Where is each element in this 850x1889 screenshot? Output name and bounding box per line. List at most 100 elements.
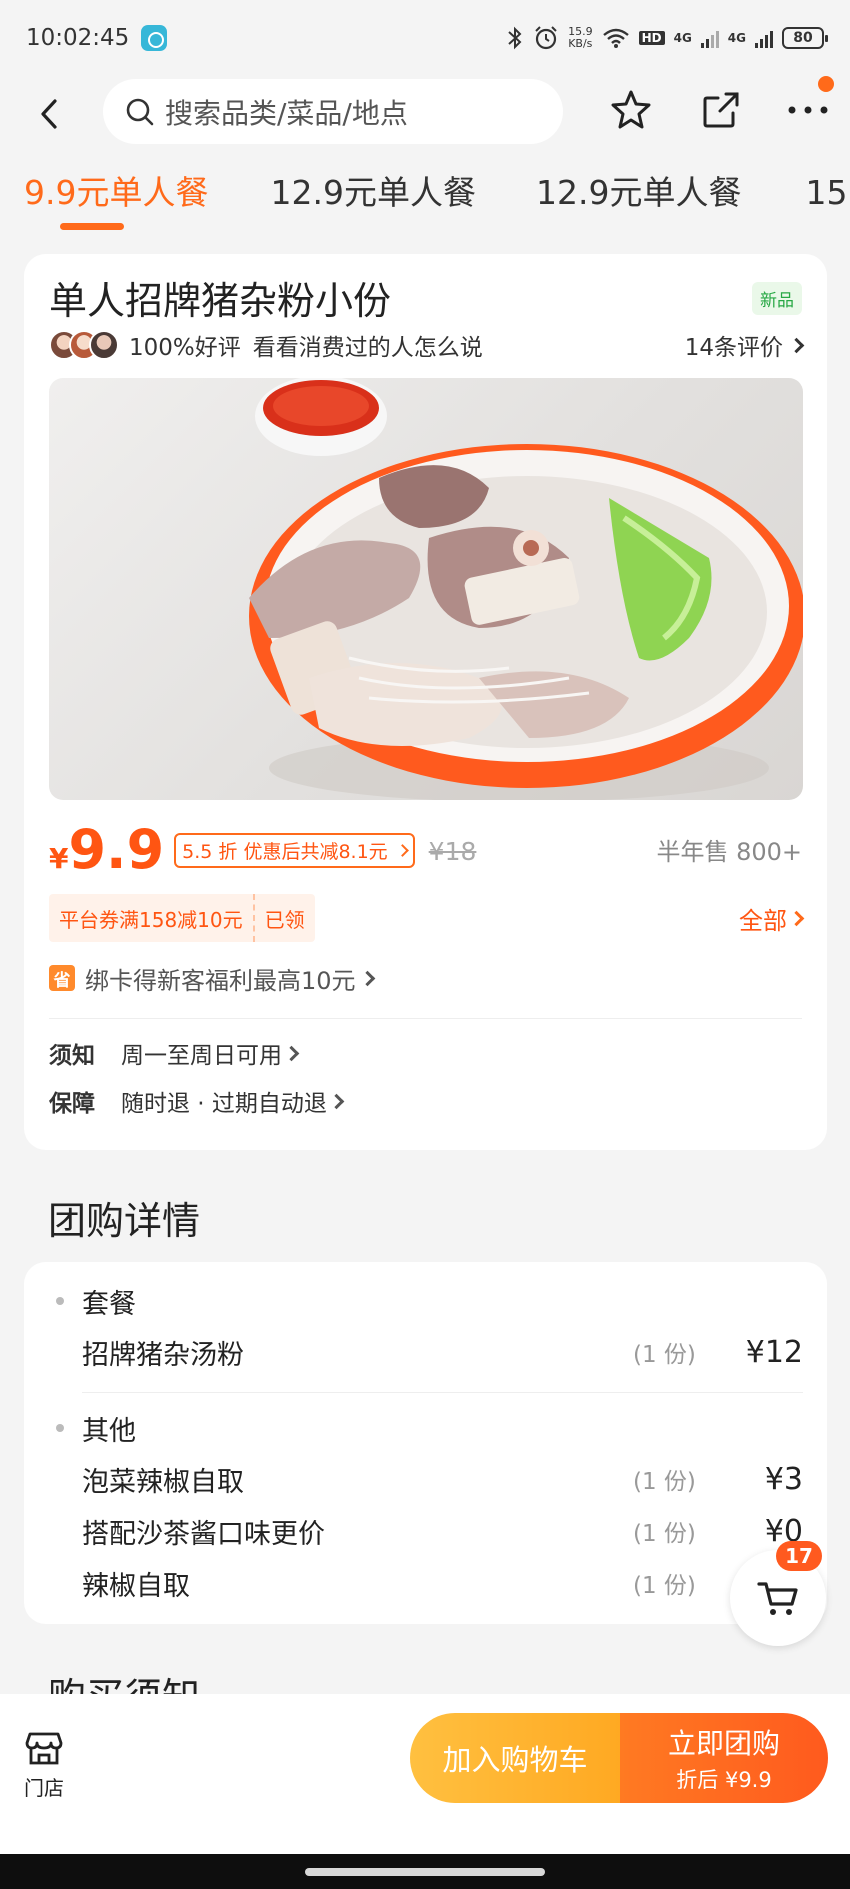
price-currency: ¥	[49, 842, 69, 875]
list-item: 招牌猪杂汤粉 (1 份) ¥12	[48, 1326, 803, 1378]
group-header: 其他	[48, 1403, 803, 1453]
item-name: 搭配沙茶酱口味更价	[82, 1518, 325, 1550]
new-badge: 新品	[752, 282, 802, 315]
original-price: ¥18	[428, 837, 477, 866]
cart-count-badge: 17	[776, 1541, 822, 1571]
product-image[interactable]	[49, 378, 803, 800]
store-icon	[25, 1732, 63, 1765]
net-speed: 15.9 KB/s	[568, 25, 593, 50]
share-icon	[703, 92, 739, 128]
notification-dot	[818, 76, 834, 92]
item-qty: (1 份)	[633, 1521, 696, 1547]
bottom-action-bar: 门店 加入购物车 立即团购 折后 ¥9.9	[0, 1694, 850, 1854]
card-offer-text: 绑卡得新客福利最高10元	[85, 966, 356, 995]
review-row[interactable]: 100%好评 看看消费过的人怎么说 14条评价	[49, 322, 805, 368]
battery-indicator: 80	[782, 27, 828, 49]
add-to-cart-button[interactable]: 加入购物车	[410, 1713, 620, 1803]
tab-meal-4[interactable]: 15	[765, 166, 850, 236]
group-header: 套餐	[48, 1276, 803, 1326]
noodle-bowl-illustration	[249, 378, 803, 800]
guarantee-row[interactable]: 保障 随时退 · 过期自动退	[49, 1077, 802, 1125]
item-name: 辣椒自取	[82, 1570, 190, 1602]
card-offer-row[interactable]: 省 绑卡得新客福利最高10元	[49, 948, 802, 1008]
notice-label: 须知	[49, 1043, 95, 1069]
notice-value: 周一至周日可用	[121, 1043, 282, 1069]
bullet	[56, 1424, 64, 1432]
avatar	[89, 330, 119, 360]
coupon-text: 平台券满158减10元	[49, 894, 255, 942]
more-button[interactable]	[784, 86, 832, 134]
star-icon	[611, 90, 651, 129]
app-notification-icon	[141, 25, 168, 51]
item-qty: (1 份)	[633, 1573, 696, 1599]
deal-details-card: 套餐 招牌猪杂汤粉 (1 份) ¥12 其他 泡菜辣椒自取 (1 份) ¥3 搭…	[24, 1262, 827, 1624]
buy-now-price: 折后 ¥9.9	[676, 1768, 772, 1792]
chevron-right-icon	[788, 337, 805, 353]
chevron-right-icon	[788, 910, 805, 926]
list-item: 泡菜辣椒自取 (1 份) ¥3	[48, 1453, 803, 1505]
list-item: 辣椒自取 (1 份)	[48, 1557, 803, 1609]
chevron-right-icon	[395, 844, 409, 857]
guarantee-value: 随时退 · 过期自动退	[121, 1091, 327, 1117]
search-placeholder: 搜索品类/菜品/地点	[165, 96, 408, 130]
review-count-link[interactable]: 14条评价	[685, 328, 805, 362]
store-label: 门店	[24, 1776, 64, 1800]
reviewer-avatars	[49, 330, 119, 360]
item-price: ¥12	[745, 1334, 803, 1370]
back-button[interactable]	[30, 94, 70, 134]
product-card: 单人招牌猪杂粉小份 新品 100%好评 看看消费过的人怎么说 14条评价 ¥ 9…	[24, 254, 827, 1150]
alarm-icon	[535, 26, 557, 50]
cart-icon	[757, 1582, 798, 1615]
all-coupons-link[interactable]: 全部	[739, 901, 805, 936]
bluetooth-icon	[508, 26, 522, 50]
share-button[interactable]	[697, 86, 745, 134]
deal-price: 9.9	[68, 818, 165, 881]
item-price: ¥3	[764, 1461, 803, 1497]
save-icon: 省	[49, 965, 75, 991]
discount-tag[interactable]: 5.5 折 优惠后共减8.1元	[174, 833, 415, 868]
buy-now-button[interactable]: 立即团购 折后 ¥9.9	[620, 1713, 828, 1803]
tab-meal-2[interactable]: 12.9元单人餐	[232, 166, 499, 236]
guarantee-label: 保障	[49, 1091, 95, 1117]
signal-bars-1	[700, 28, 719, 48]
product-title: 单人招牌猪杂粉小份	[49, 279, 392, 323]
status-time: 10:02:45	[26, 25, 130, 51]
item-qty: (1 份)	[633, 1342, 696, 1368]
chevron-right-icon	[359, 970, 375, 986]
store-button[interactable]: 门店	[22, 1730, 66, 1801]
chevron-right-icon	[283, 1045, 300, 1061]
item-name: 泡菜辣椒自取	[82, 1466, 244, 1498]
system-gesture-bar	[0, 1854, 850, 1889]
list-item: 搭配沙茶酱口味更价 (1 份) ¥0	[48, 1505, 803, 1557]
divider	[49, 1018, 802, 1019]
status-bar: 10:02:45 15.9 KB/s HD 4G 4G 80	[0, 0, 850, 76]
item-name: 招牌猪杂汤粉	[82, 1339, 244, 1371]
section-title-group-deal: 团购详情	[48, 1199, 201, 1243]
tab-meal-3[interactable]: 12.9元单人餐	[500, 166, 765, 236]
buy-now-label: 立即团购	[667, 1727, 780, 1760]
tab-meal-1[interactable]: 9.9元单人餐	[0, 166, 232, 236]
sold-count: 半年售 800+	[656, 838, 802, 866]
top-nav: 搜索品类/菜品/地点	[0, 76, 850, 166]
divider	[82, 1392, 803, 1393]
rating-text: 100%好评	[129, 335, 241, 361]
bullet	[56, 1297, 64, 1305]
signal-label-2: 4G	[727, 31, 746, 45]
notice-row[interactable]: 须知 周一至周日可用	[49, 1029, 802, 1077]
meal-tabs: 9.9元单人餐 12.9元单人餐 12.9元单人餐 15	[0, 166, 850, 236]
home-indicator[interactable]	[305, 1868, 545, 1876]
signal-label-1: 4G	[673, 31, 692, 45]
search-input[interactable]: 搜索品类/菜品/地点	[103, 79, 563, 144]
favorite-button[interactable]	[607, 86, 655, 134]
signal-bars-2	[755, 28, 773, 48]
chevron-right-icon	[328, 1093, 345, 1109]
back-arrow-icon	[41, 99, 57, 129]
more-icon	[788, 106, 828, 114]
hd-label: HD	[638, 31, 665, 45]
coupon-status: 已领	[264, 907, 305, 932]
wifi-icon	[602, 28, 629, 48]
platform-coupon[interactable]: 平台券满158减10元 已领	[49, 894, 315, 942]
review-prompt: 看看消费过的人怎么说	[252, 335, 483, 361]
item-qty: (1 份)	[633, 1469, 696, 1495]
search-icon	[126, 98, 154, 125]
